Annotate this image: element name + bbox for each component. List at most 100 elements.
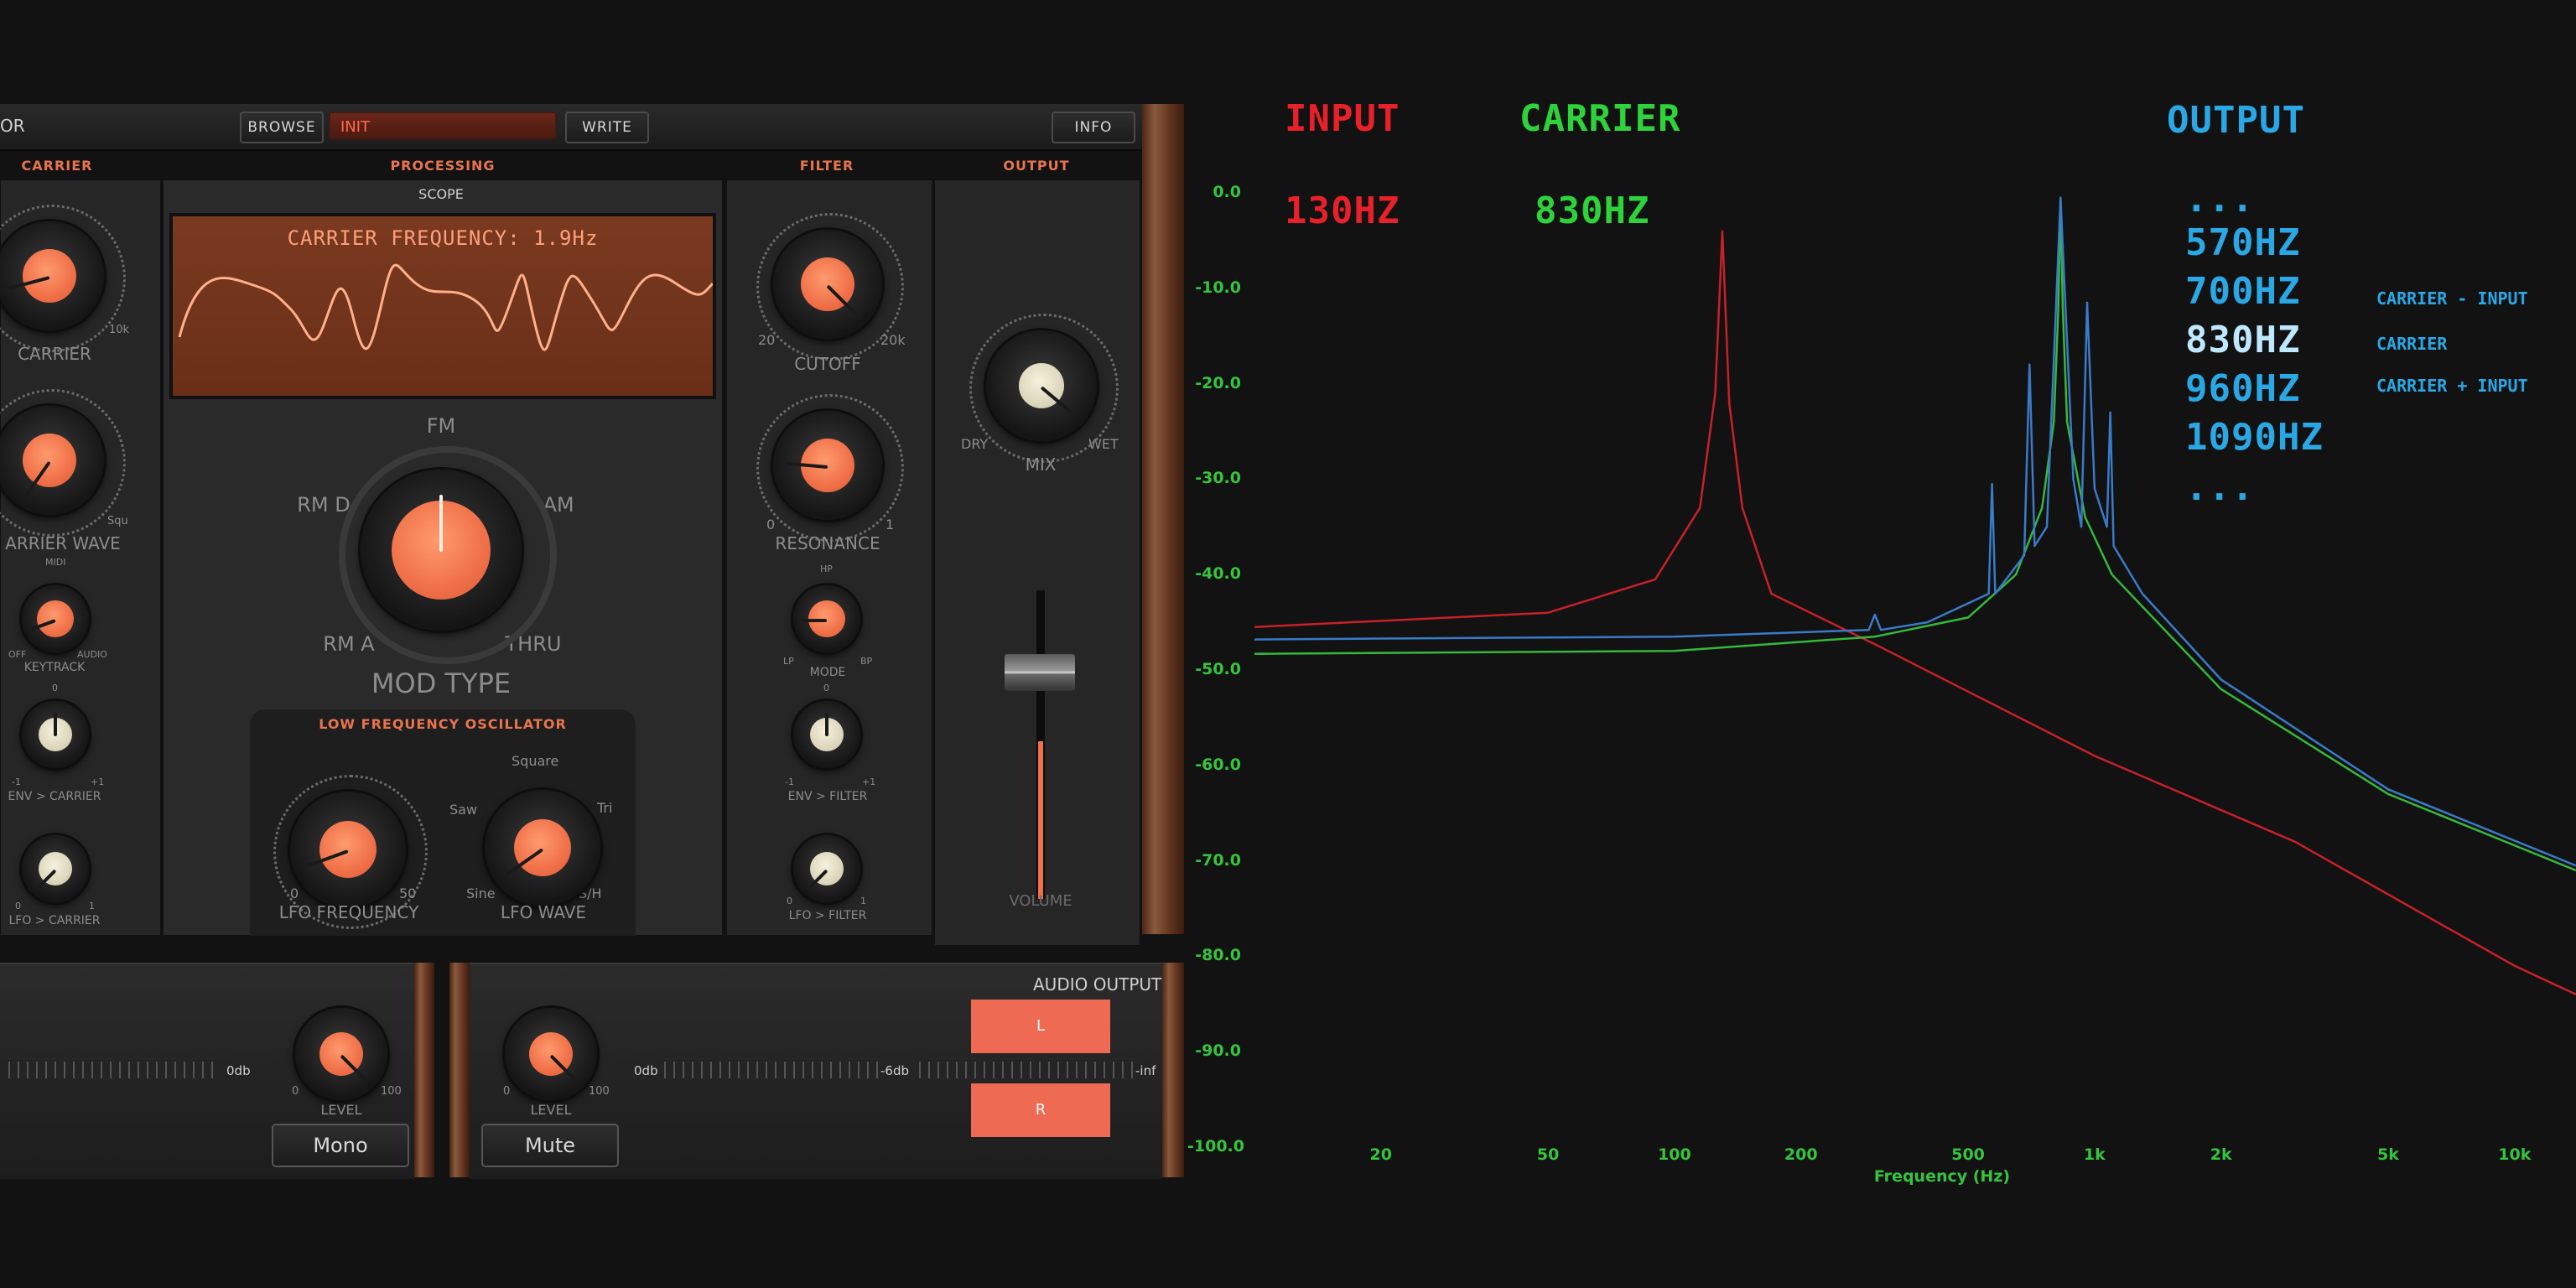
output-list-5: 1090HZ <box>2185 416 2324 459</box>
info-button[interactable]: INFO <box>1052 112 1135 143</box>
output-meter <box>664 1062 879 1078</box>
mix-knob[interactable] <box>986 330 1097 441</box>
lfo-carrier-max: 1 <box>89 901 95 911</box>
note-carrier: CARRIER <box>2376 334 2448 354</box>
output-meter-inf: -inf <box>1135 1063 1156 1078</box>
cutoff-min: 20 <box>758 332 776 348</box>
oscilloscope-display: CARRIER FREQUENCY: 1.9Hz <box>169 213 716 399</box>
input-annotation: INPUT <box>1285 97 1400 140</box>
carrier-knob[interactable] <box>0 221 104 330</box>
input-meter <box>8 1062 220 1078</box>
y-tick-label: -90.0 <box>1195 1041 1241 1061</box>
y-tick-label: -60.0 <box>1195 755 1241 774</box>
mix-dry: DRY <box>961 436 989 452</box>
carrier-knob-max: 10k <box>109 324 130 336</box>
carrier-annotation: CARRIER <box>1519 97 1681 140</box>
output-list-0: ... <box>2185 178 2255 221</box>
carrier-section-header: CARRIER <box>21 158 93 174</box>
lfo-panel-header: LOW FREQUENCY OSCILLATOR <box>319 716 567 732</box>
wood-side-bottom <box>1162 963 1184 1177</box>
left-level-min: 0 <box>292 1085 299 1098</box>
output-list-4: 960HZ <box>2185 367 2301 410</box>
wood-side-panel <box>1142 104 1184 934</box>
lfo-carrier-label: LFO > CARRIER <box>8 914 101 927</box>
mono-button[interactable]: Mono <box>272 1124 409 1167</box>
lfo-wave-sine: Sine <box>466 886 496 901</box>
keytrack-knob[interactable] <box>22 585 89 652</box>
resonance-min: 0 <box>766 517 776 532</box>
keytrack-off-label: OFF <box>8 649 27 660</box>
keytrack-midi-label: MIDI <box>45 557 66 568</box>
right-level-max: 100 <box>589 1085 610 1098</box>
lfo-filter-min: 0 <box>787 896 792 906</box>
modtype-label: MOD TYPE <box>371 667 512 699</box>
note-carrier-minus-input: CARRIER - INPUT <box>2376 288 2528 309</box>
output-list-3: 830HZ <box>2185 319 2301 361</box>
env-filter-zero: 0 <box>823 683 829 693</box>
lfo-frequency-max: 50 <box>399 886 417 901</box>
lfo-frequency-label: LFO FREQUENCY <box>278 902 419 922</box>
lfo-frequency-knob[interactable] <box>290 792 406 907</box>
cutoff-max: 20k <box>880 332 906 348</box>
wood-divider-left <box>414 963 434 1177</box>
env-filter-knob[interactable] <box>793 701 860 768</box>
filter-mode-knob[interactable] <box>793 585 860 652</box>
output-list-6: ... <box>2185 466 2255 509</box>
cutoff-label: CUTOFF <box>794 354 861 374</box>
lfo-wave-square: Square <box>512 753 559 769</box>
preset-name-field[interactable]: INIT <box>329 112 557 140</box>
audio-output-label: AUDIO OUTPUT <box>1033 974 1162 995</box>
carrier-wave-label: ARRIER WAVE <box>5 533 121 553</box>
browse-button[interactable]: BROWSE <box>240 112 324 143</box>
output-list-2: 700HZ <box>2185 270 2301 313</box>
carrier-wave-max: Squ <box>107 515 128 527</box>
filter-section-header: FILTER <box>799 158 854 174</box>
note-carrier-plus-input: CARRIER + INPUT <box>2376 376 2528 396</box>
output-annotation: OUTPUT <box>2167 99 2305 142</box>
env-carrier-zero: 0 <box>52 683 58 693</box>
left-level-label: LEVEL <box>320 1102 362 1118</box>
lfo-wave-tri: Tri <box>597 800 613 816</box>
carrier-wave-knob[interactable] <box>0 406 104 515</box>
y-tick-label: -80.0 <box>1195 946 1241 965</box>
scope-waveform <box>178 263 713 351</box>
right-level-label: LEVEL <box>530 1102 572 1118</box>
modtype-knob[interactable] <box>361 470 522 631</box>
lfo-filter-label: LFO > FILTER <box>788 909 867 922</box>
modtype-fm: FM <box>426 414 456 438</box>
keytrack-audio-label: AUDIO <box>77 649 107 660</box>
output-section-header: OUTPUT <box>1003 158 1070 174</box>
input-meter-0db: 0db <box>226 1063 251 1078</box>
frequency-response-plot <box>1254 196 2576 996</box>
carrier-frequency: 830HZ <box>1535 190 1650 232</box>
mute-button[interactable]: Mute <box>481 1124 619 1167</box>
left-level-knob[interactable] <box>295 1008 387 1100</box>
lfo-wave-knob[interactable] <box>485 790 600 906</box>
y-tick-label: 0.0 <box>1213 183 1241 201</box>
cutoff-knob[interactable] <box>773 230 882 339</box>
env-carrier-max: +1 <box>91 776 105 787</box>
right-level-knob[interactable] <box>505 1008 597 1100</box>
env-carrier-min: -1 <box>12 776 21 787</box>
env-filter-min: -1 <box>785 776 794 787</box>
audio-output-right-channel: R <box>971 1083 1110 1137</box>
y-tick-label: -30.0 <box>1195 469 1241 488</box>
y-tick-label: -70.0 <box>1195 850 1241 870</box>
volume-label: VOLUME <box>1009 892 1072 910</box>
mix-label: MIX <box>1025 454 1057 475</box>
modulator-synth-panel: OR BROWSE INIT WRITE INFO CARRIER PROCES… <box>0 104 1184 946</box>
output-meter-2 <box>919 1062 1134 1078</box>
resonance-knob[interactable] <box>773 411 882 520</box>
write-button[interactable]: WRITE <box>565 112 649 143</box>
scope-label: SCOPE <box>418 186 464 202</box>
env-filter-label: ENV > FILTER <box>787 790 868 803</box>
lfo-carrier-min: 0 <box>15 901 21 911</box>
y-tick-label: -100.0 <box>1187 1137 1244 1156</box>
lfo-carrier-knob[interactable] <box>22 835 89 902</box>
mode-hp: HP <box>820 564 833 574</box>
lfo-filter-knob[interactable] <box>793 835 860 902</box>
env-carrier-knob[interactable] <box>22 701 89 768</box>
env-carrier-label: ENV > CARRIER <box>8 790 101 803</box>
lfo-frequency-min: 0 <box>290 886 299 901</box>
volume-fader-handle[interactable] <box>1005 654 1075 691</box>
